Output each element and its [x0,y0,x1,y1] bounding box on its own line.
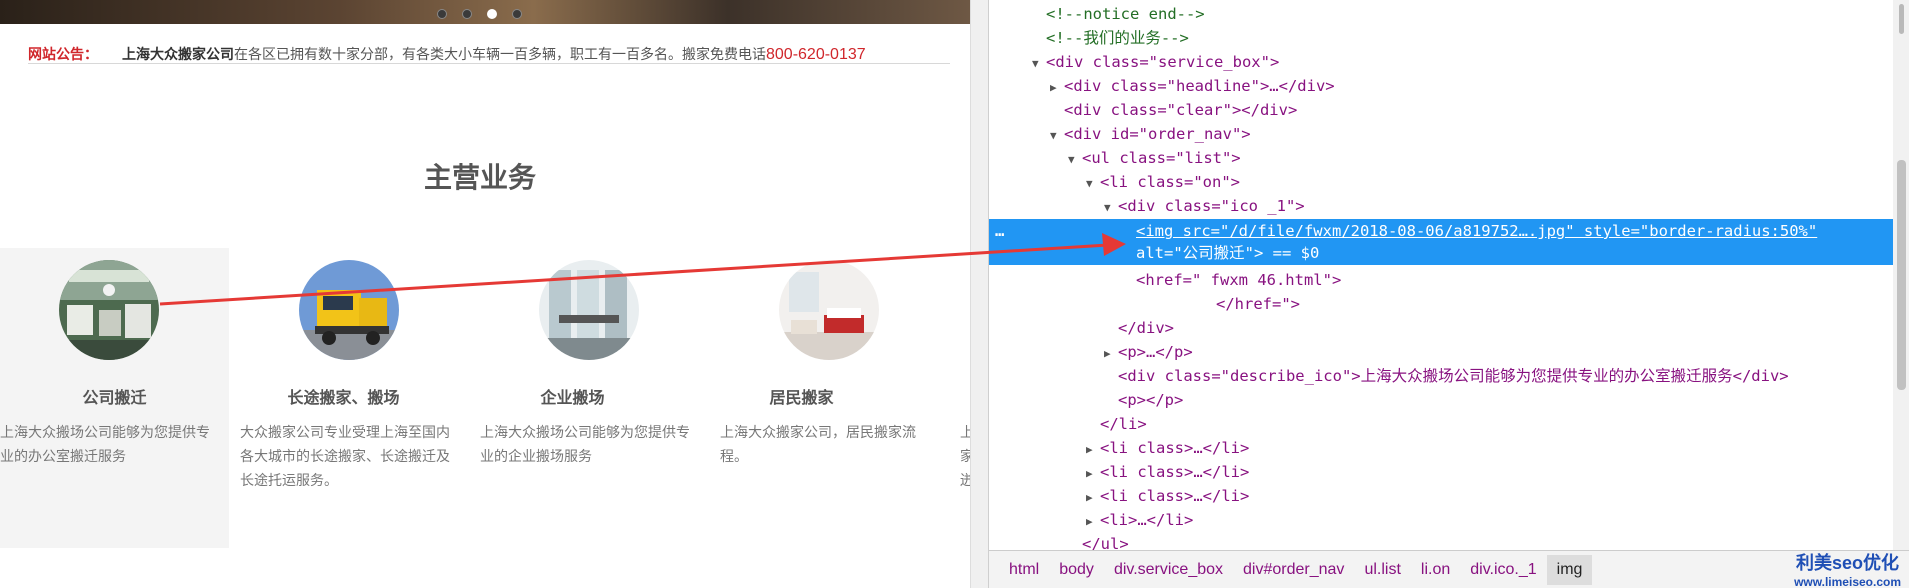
breadcrumb-item[interactable]: html [999,555,1049,585]
dom-node[interactable]: </href="> [989,292,1893,316]
breadcrumb-item-current[interactable]: img [1546,554,1593,585]
dom-node[interactable]: ▶ <li class>…</li> [989,460,1893,484]
expand-triangle-icon[interactable]: ▶ [1104,342,1118,366]
banner-slider [0,0,970,24]
enterprise-photo-icon[interactable] [539,260,639,360]
dom-node[interactable]: ▶ <li class>…</li> [989,484,1893,508]
service-item[interactable]: 长途搬家、搬场 大众搬家公司专业受理上海至国内各大城市的长途搬家、长途搬迁及长途… [229,248,458,548]
dom-node[interactable]: <div class="describe_ico">上海大众搬场公司能够为您提供… [989,364,1893,388]
service-item[interactable]: 公司搬迁 上海大众搬场公司能够为您提供专业的办公室搬迁服务 [0,248,229,548]
notice-phone: 800-620-0137 [766,46,866,63]
dom-node-comment[interactable]: <!--我们的业务--> [989,26,1893,50]
dom-node[interactable]: <div class="clear"></div> [989,98,1893,122]
notice-label: 网站公告： [28,46,98,62]
expand-triangle-icon[interactable]: ▶ [1086,510,1100,534]
elements-scrollbar[interactable] [1893,0,1909,550]
dom-node[interactable]: <href=" fwxm 46.html"> [989,268,1893,292]
breadcrumb-item[interactable]: body [1049,555,1104,585]
dom-node[interactable]: ▼ <div class="service_box"> [989,50,1893,74]
dom-node[interactable]: ▶ <li class>…</li> [989,436,1893,460]
slider-dot-active[interactable] [487,9,497,19]
home-photo-icon[interactable] [779,260,879,360]
service-desc: 上海大众搬场公司能够为您提供专业的企业搬场服务 [480,424,690,464]
service-item[interactable]: 企业搬场 上海大众搬场公司能够为您提供专业的企业搬场服务 [458,248,690,548]
service-item[interactable]: 居民搬家 上海大众搬家公司，居民搬家流程。 [687,248,916,548]
breadcrumb-item[interactable]: div.ico._1 [1460,555,1546,585]
service-name[interactable]: 企业搬场 [458,384,687,408]
website-viewport: 网站公告： 上海大众搬家公司在各区已拥有数十家分部，有各类大小车辆一百多辆，职工有… [0,0,970,588]
service-name[interactable]: 居民搬家 [687,384,916,408]
service-desc: 上海大众搬场公司能够为您提供专业的办公室搬迁服务 [0,424,210,464]
pane-splitter[interactable] [970,0,988,588]
elements-tree: <!--notice end--> <!--我们的业务--> ▼ <div cla… [989,0,1893,550]
service-name[interactable]: 公司搬迁 [0,384,229,408]
notice-text: 在各区已拥有数十家分部，有各类大小车辆一百多辆，职工有一百多名。搬家免费电话 [234,46,766,62]
collapse-triangle-icon[interactable]: ▼ [1086,172,1100,196]
slider-dot[interactable] [462,9,472,19]
scrollbar-thumb[interactable] [1897,160,1906,390]
breadcrumb-item[interactable]: li.on [1411,555,1460,585]
collapse-triangle-icon[interactable]: ▼ [1032,52,1046,76]
service-desc: 上海大众搬家公司，居民搬家流程。 [720,424,916,464]
more-options-icon[interactable]: … [995,220,1004,242]
expand-triangle-icon[interactable]: ▶ [1086,462,1100,486]
dom-node[interactable]: ▼ <div class="ico _1"> [989,194,1893,218]
dom-node[interactable]: </li> [989,412,1893,436]
collapse-triangle-icon[interactable]: ▼ [1068,148,1082,172]
expand-triangle-icon[interactable]: ▶ [1086,438,1100,462]
truck-photo-icon[interactable] [299,260,399,360]
slider-dot[interactable] [437,9,447,19]
notice-company[interactable]: 上海大众搬家公司 [122,46,234,62]
dom-node-selected[interactable]: … <img src="/d/file/fwxm/2018-08-06/a819… [989,219,1893,265]
devtools-panel: <!--notice end--> <!--我们的业务--> ▼ <div cla… [988,0,1909,588]
collapse-triangle-icon[interactable]: ▼ [1050,124,1064,148]
watermark-url: www.limeiseo.com [1794,575,1901,588]
breadcrumb-item[interactable]: ul.list [1354,555,1410,585]
breadcrumb: html body div.service_box div#order_nav … [989,550,1909,588]
expand-triangle-icon[interactable]: ▶ [1050,76,1064,100]
service-item[interactable]: 上 家 迸 [916,248,970,548]
watermark-title: 利美seo优化 [1796,553,1900,573]
dom-node[interactable]: </ul> [989,532,1893,550]
slider-dots [437,9,522,19]
dom-node[interactable]: </div> [989,316,1893,340]
section-title: 主营业务 [423,162,536,193]
expand-triangle-icon[interactable]: ▶ [1086,486,1100,510]
dom-node[interactable]: ▶ <div class="headline">…</div> [989,74,1893,98]
service-desc: 上 家 迸 [960,424,970,488]
dom-node[interactable]: ▼ <li class="on"> [989,170,1893,194]
slider-dot[interactable] [512,9,522,19]
dom-node-comment[interactable]: <!--notice end--> [989,2,1893,26]
service-name[interactable]: 长途搬家、搬场 [229,384,458,408]
watermark-logo: 利美seo优化 www.limeiseo.com [1794,549,1901,588]
dom-node[interactable]: ▼ <ul class="list"> [989,146,1893,170]
dom-node[interactable]: ▶ <p>…</p> [989,340,1893,364]
breadcrumb-item[interactable]: div#order_nav [1233,555,1354,585]
dom-node[interactable]: <p></p> [989,388,1893,412]
notice-bar: 网站公告： 上海大众搬家公司在各区已拥有数十家分部，有各类大小车辆一百多辆，职工有… [28,44,950,64]
dom-node[interactable]: ▶ <li>…</li> [989,508,1893,532]
collapse-triangle-icon[interactable]: ▼ [1104,196,1118,220]
office-photo-icon[interactable] [59,260,159,360]
breadcrumb-item[interactable]: div.service_box [1104,555,1233,585]
dom-node[interactable]: ▼ <div id="order_nav"> [989,122,1893,146]
service-desc: 大众搬家公司专业受理上海至国内各大城市的长途搬家、长途搬迁及长途托运服务。 [240,424,450,488]
